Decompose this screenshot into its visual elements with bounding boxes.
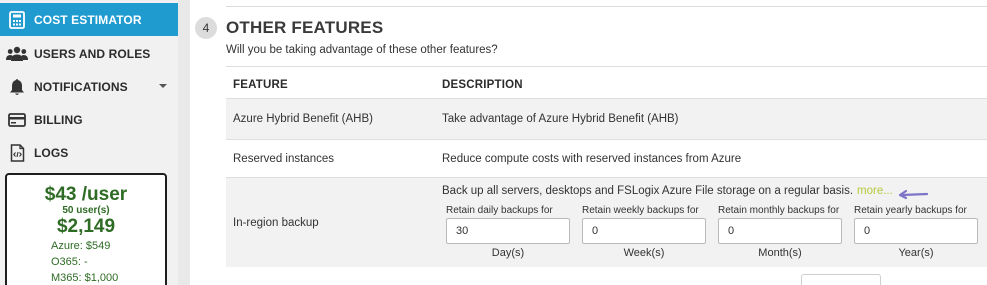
feature-name: Azure Hybrid Benefit (AHB) — [233, 113, 373, 125]
feature-description: Take advantage of Azure Hybrid Benefit (… — [442, 113, 679, 125]
sidebar-item-label: COST ESTIMATOR — [34, 12, 142, 27]
users-icon — [0, 46, 34, 62]
cost-per-user: $43 /user — [44, 184, 128, 205]
weekly-backup-input[interactable]: 0 — [582, 218, 706, 244]
sidebar-item-billing[interactable]: BILLING — [0, 103, 178, 136]
feature-name: Reserved instances — [233, 153, 334, 165]
section-title: OTHER FEATURES — [226, 18, 384, 37]
bell-icon — [0, 78, 34, 96]
step-number-badge: 4 — [195, 17, 217, 39]
m365-cost: M365: $1,000 — [51, 272, 119, 284]
sidebar: COST ESTIMATOR USERS AND ROLES NOTIFICAT… — [0, 0, 178, 285]
sidebar-item-label: LOGS — [34, 145, 69, 160]
monthly-backup-label: Retain monthly backups for — [718, 205, 840, 216]
daily-backup-input[interactable]: 30 — [446, 218, 570, 244]
o365-cost: O365: - — [51, 256, 88, 268]
column-header-description: DESCRIPTION — [442, 79, 523, 91]
section-divider — [226, 6, 987, 7]
sidebar-item-notifications[interactable]: NOTIFICATIONS — [0, 70, 178, 103]
weekly-backup-unit: Week(s) — [623, 247, 665, 259]
table-row[interactable]: Azure Hybrid Benefit (AHB) Take advantag… — [226, 98, 987, 139]
cost-summary-card: $43 /user 50 user(s) $2,149 Azure: $549 … — [5, 173, 167, 285]
monthly-backup-unit: Month(s) — [758, 247, 802, 259]
section-subtitle: Will you be taking advantage of these ot… — [226, 44, 498, 56]
yearly-backup-input[interactable]: 0 — [854, 218, 978, 244]
column-header-feature: FEATURE — [233, 79, 288, 91]
chevron-down-icon[interactable] — [159, 84, 167, 88]
feature-name: In-region backup — [233, 217, 319, 229]
table-header-row: FEATURE DESCRIPTION — [226, 66, 987, 98]
daily-backup-label: Retain daily backups for — [446, 205, 553, 216]
sidebar-item-label: BILLING — [34, 112, 83, 127]
sidebar-divider — [178, 0, 190, 285]
total-cost: $2,149 — [56, 216, 116, 237]
table-row[interactable]: Reserved instances Reduce compute costs … — [226, 139, 987, 177]
partial-button[interactable] — [801, 274, 881, 285]
sidebar-item-logs[interactable]: LOGS — [0, 136, 178, 169]
sidebar-item-users-and-roles[interactable]: USERS AND ROLES — [0, 37, 178, 70]
code-file-icon — [0, 143, 34, 162]
credit-card-icon — [0, 112, 34, 127]
feature-description: Back up all servers, desktops and FSLogi… — [442, 185, 893, 197]
yearly-backup-unit: Year(s) — [898, 247, 934, 259]
sidebar-item-label: USERS AND ROLES — [34, 46, 151, 61]
monthly-backup-input[interactable]: 0 — [718, 218, 842, 244]
sidebar-item-cost-estimator[interactable]: COST ESTIMATOR — [0, 3, 178, 36]
more-link[interactable]: more... — [857, 185, 893, 197]
user-count: 50 user(s) — [62, 205, 110, 216]
yearly-backup-label: Retain yearly backups for — [854, 205, 967, 216]
calculator-icon — [0, 10, 34, 29]
azure-cost: Azure: $549 — [51, 240, 111, 252]
daily-backup-unit: Day(s) — [491, 247, 525, 259]
sidebar-item-label: NOTIFICATIONS — [34, 79, 128, 94]
weekly-backup-label: Retain weekly backups for — [582, 205, 699, 216]
feature-description: Reduce compute costs with reserved insta… — [442, 153, 742, 165]
arrow-left-icon — [898, 189, 928, 200]
feature-description-text: Back up all servers, desktops and FSLogi… — [442, 185, 854, 197]
